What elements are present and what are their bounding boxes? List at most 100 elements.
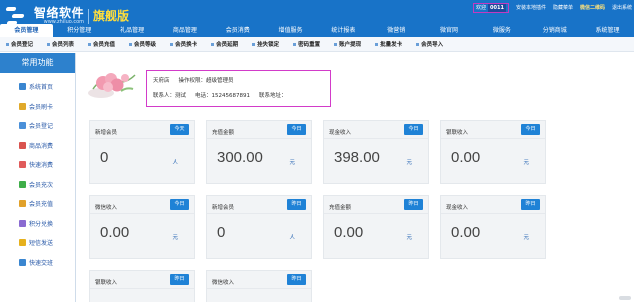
card-icon [19,102,26,110]
user-code: 0011 [488,4,506,12]
subnav-bullet-icon [252,42,256,46]
sidebar-item-home[interactable]: 系统首页 [0,77,75,97]
sidebar-item-fast-consume[interactable]: 快速消费 [0,155,75,175]
logout-link[interactable]: 退出系统 [612,3,632,13]
tab-system-management[interactable]: 系统管理 [581,24,634,37]
subnav-password-reset[interactable]: 密码重置 [287,40,328,48]
sidebar-item-label: 系统首页 [29,84,54,92]
tab-micro-website[interactable]: 微官网 [423,24,476,37]
contact-phone: 电话：15245687891 [195,93,251,99]
subnav-member-import[interactable]: 会员导入 [410,40,451,48]
card-period-badge: 昨日 [404,199,423,210]
sub-nav: 会员登记 会员列表 会员充值 会员等级 会员换卡 会员延期 挂失锁定 密码重置 … [0,37,634,52]
tab-micro-service[interactable]: 微服务 [475,24,528,37]
main-content: 天府店 操作权限：超级管理员 联系人：测试 电话：15245687891 联系地… [77,53,634,302]
sidebar-item-label: 快速消费 [29,162,54,170]
recharge-times-icon [19,180,26,188]
card-title: 充值金额 [212,130,235,136]
subnav-label: 批量发卡 [380,42,403,48]
tab-gift-management[interactable]: 礼品管理 [106,24,159,37]
tab-micro-marketing[interactable]: 微营销 [370,24,423,37]
card-unit: 元 [289,160,295,166]
subnav-report-lost[interactable]: 挂失锁定 [246,40,287,48]
subnav-member-list[interactable]: 会员列表 [41,40,82,48]
subnav-member-card-change[interactable]: 会员换卡 [164,40,205,48]
sidebar-list: 系统首页 会员刷卡 会员登记 商品消费 快速消费 会员充次 会员充值 积分兑换 … [0,73,75,272]
main-nav: 会员管理 积分管理 礼品管理 商品管理 会员消费 增值服务 统计报表 微营销 微… [0,24,634,37]
sidebar-item-handover[interactable]: 快速交班 [0,253,75,273]
operator-permission: 操作权限：超级管理员 [178,78,234,84]
subnav-label: 会员列表 [52,42,75,48]
subnav-member-recharge[interactable]: 会员充值 [82,40,123,48]
sidebar-item-product-consume[interactable]: 商品消费 [0,136,75,156]
card-period-badge: 昨日 [170,274,189,285]
tab-value-added-services[interactable]: 增值服务 [264,24,317,37]
install-plugin-link[interactable]: 安装本地插件 [516,3,546,13]
card-title: 银联收入 [95,280,118,286]
sidebar-item-swipe-card[interactable]: 会员刷卡 [0,97,75,117]
wechat-qrcode-link[interactable]: 微信二维码 [580,3,605,13]
card-value: 0.00 [334,224,364,241]
card-period-badge: 今日 [404,124,423,135]
sidebar-item-register[interactable]: 会员登记 [0,116,75,136]
card-value: 0 [217,224,226,241]
subnav-label: 会员充值 [93,42,116,48]
sms-icon [19,239,26,247]
card-unit: 元 [523,235,529,241]
subnav-member-register[interactable]: 会员登记 [0,40,41,48]
card-period-badge: 昨日 [521,199,540,210]
subnav-label: 会员登记 [11,42,34,48]
sidebar-item-label: 快速交班 [29,259,54,267]
sidebar-item-label: 积分兑换 [29,220,54,228]
sidebar-item-label: 会员登记 [29,123,54,131]
sidebar-item-recharge-times[interactable]: 会员充次 [0,175,75,195]
stat-card-new-members-yesterday: 新增会员 昨日 0 人 [206,195,312,259]
tab-member-management[interactable]: 会员管理 [0,24,53,37]
sidebar-item-points-exchange[interactable]: 积分兑换 [0,214,75,234]
sidebar-item-sms[interactable]: 短信发送 [0,233,75,253]
sidebar-item-label: 会员充次 [29,181,54,189]
sidebar-item-recharge[interactable]: 会员充值 [0,194,75,214]
stat-card-wechat-yesterday: 微信收入 昨日 [206,270,312,302]
stat-card-recharge-today: 充值金额 今日 300.00 元 [206,120,312,184]
stat-card-recharge-yesterday: 充值金额 昨日 0.00 元 [323,195,429,259]
subnav-bullet-icon [375,42,379,46]
subnav-bullet-icon [129,42,133,46]
stat-card-unionpay-yesterday: 银联收入 昨日 [89,270,195,302]
subnav-bullet-icon [88,42,92,46]
card-title: 现金收入 [329,130,352,136]
card-period-badge: 今日 [287,124,306,135]
subnav-member-level[interactable]: 会员等级 [123,40,164,48]
card-period-badge: 今日 [521,124,540,135]
tab-points-management[interactable]: 积分管理 [53,24,106,37]
card-period-badge: 昨日 [287,199,306,210]
card-title: 现金收入 [446,205,469,211]
subnav-bullet-icon [47,42,51,46]
tab-distribution-mall[interactable]: 分销商城 [528,24,581,37]
subnav-label: 会员导入 [421,42,444,48]
card-unit: 元 [172,235,178,241]
exchange-icon [19,219,26,227]
subnav-account-withdraw[interactable]: 账户提现 [328,40,369,48]
contact-person: 联系人：测试 [153,93,187,99]
subnav-label: 密码重置 [298,42,321,48]
subnav-bullet-icon [416,42,420,46]
tab-statistics-reports[interactable]: 统计报表 [317,24,370,37]
tab-product-management[interactable]: 商品管理 [158,24,211,37]
stat-card-new-members-today: 新增会员 今天 0 人 [89,120,195,184]
subnav-label: 会员等级 [134,42,157,48]
subnav-member-extend[interactable]: 会员延期 [205,40,246,48]
subnav-label: 会员换卡 [175,42,198,48]
contact-address: 联系地址： [259,93,287,99]
sidebar-item-label: 商品消费 [29,142,54,150]
hide-menu-link[interactable]: 隐藏菜单 [553,3,573,13]
cart-icon [19,141,26,149]
scroll-handle[interactable] [619,296,631,300]
store-name: 天府店 [153,78,170,84]
subnav-label: 账户提现 [339,42,362,48]
card-value: 0.00 [100,224,130,241]
tab-member-consumption[interactable]: 会员消费 [211,24,264,37]
brand-name: 智络软件 www.zhiluo.com [34,6,85,25]
stat-card-unionpay-today: 银联收入 今日 0.00 元 [440,120,546,184]
subnav-batch-issue-card[interactable]: 批量发卡 [369,40,410,48]
